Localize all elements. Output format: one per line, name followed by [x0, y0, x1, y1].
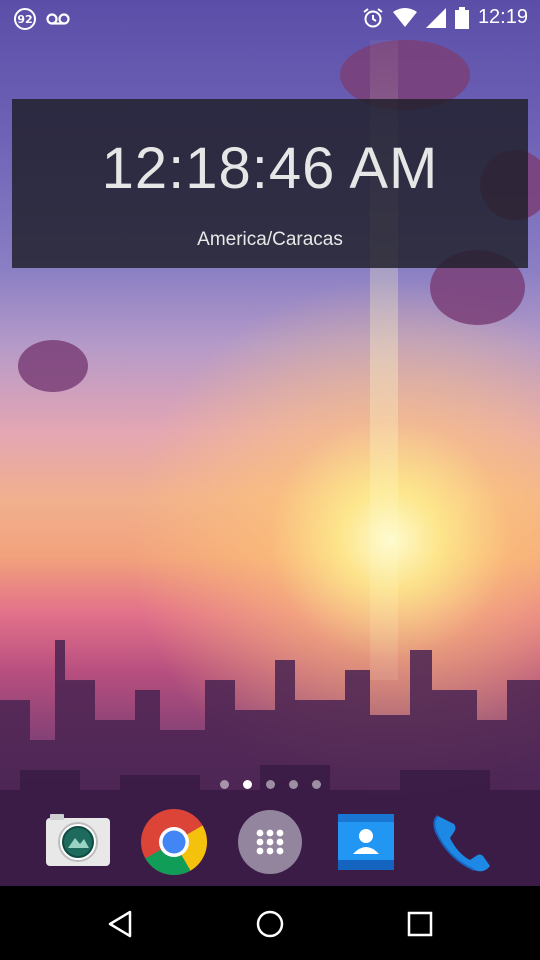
page-dot-active: [242, 780, 252, 789]
status-bar-time: 12:19: [477, 6, 528, 28]
clock-widget[interactable]: 12:18:46 AM America/Caracas: [12, 99, 528, 268]
page-dot: [288, 780, 298, 789]
status-bar: 92 12:19: [0, 0, 540, 40]
contacts-app-button[interactable]: [332, 808, 400, 876]
wifi-icon: [392, 7, 417, 27]
recents-icon: [407, 911, 433, 937]
voicemail-icon: [46, 13, 70, 25]
camera-icon: [46, 814, 110, 866]
battery-icon: [454, 6, 469, 29]
alarm-icon: [363, 7, 383, 27]
app-drawer-icon: [238, 810, 302, 874]
page-dot: [311, 780, 321, 789]
notification-count-badge: 92: [14, 8, 36, 30]
camera-app-button[interactable]: [44, 808, 112, 876]
contacts-icon: [338, 814, 394, 870]
home-icon: [256, 910, 284, 938]
app-drawer-button[interactable]: [236, 808, 304, 876]
chrome-app-button[interactable]: [140, 808, 208, 876]
back-icon: [108, 910, 132, 938]
back-button[interactable]: [100, 904, 140, 944]
phone-icon: [433, 815, 490, 872]
dock: [0, 808, 540, 878]
widget-time: 12:18:46 AM: [101, 136, 439, 201]
chrome-icon: [141, 809, 208, 876]
wallpaper-cloud: [18, 340, 88, 392]
phone-app-button[interactable]: [428, 808, 496, 876]
widget-timezone: America/Caracas: [197, 229, 343, 250]
home-button[interactable]: [250, 904, 290, 944]
page-dot: [219, 780, 229, 789]
signal-icon: [425, 7, 446, 28]
page-dot: [265, 780, 275, 789]
recents-button[interactable]: [400, 904, 440, 944]
navigation-bar: [0, 886, 540, 960]
page-indicator: [0, 780, 540, 789]
